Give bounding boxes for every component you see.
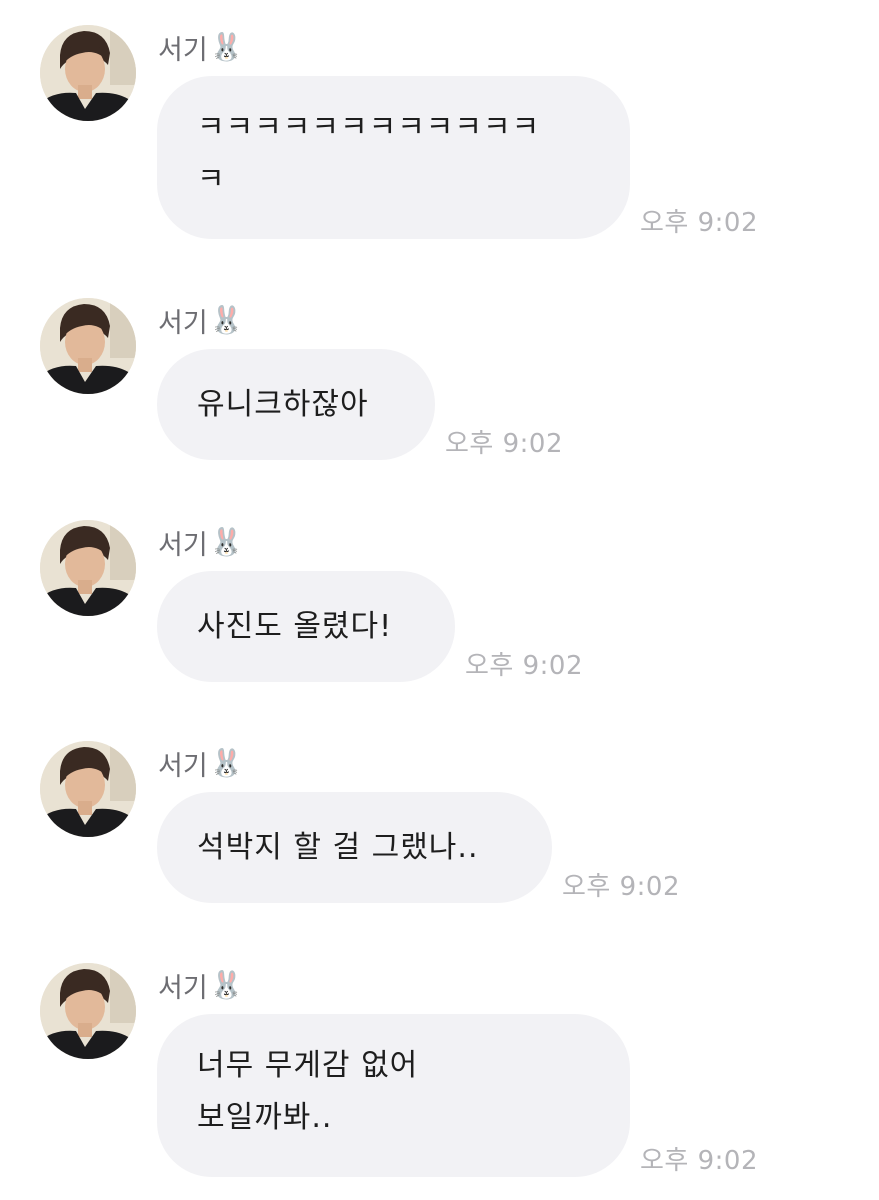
message-timestamp: 오후 9:02 — [445, 429, 563, 459]
message-bubble[interactable]: 유니크하잖아 — [157, 349, 435, 460]
message-text-line: 유니크하잖아 — [197, 386, 369, 422]
sender-name: 서기 🐰 — [158, 965, 243, 1005]
message-text-line: 석박지 할 걸 그랬나.. — [197, 829, 479, 865]
profile-photo-icon — [40, 298, 136, 394]
message-timestamp: 오후 9:02 — [640, 1146, 758, 1176]
avatar[interactable] — [40, 520, 136, 616]
message-text-line: 너무 무게감 없어 — [197, 1048, 419, 1083]
chat-message: 서기 🐰 석박지 할 걸 그랬나.. 오후 9:02 — [0, 741, 879, 911]
profile-photo-icon — [40, 741, 136, 837]
avatar[interactable] — [40, 298, 136, 394]
message-text-line: 보일까봐.. — [197, 1100, 333, 1135]
profile-photo-icon — [40, 25, 136, 121]
avatar[interactable] — [40, 25, 136, 121]
sender-name: 서기 🐰 — [158, 743, 243, 783]
message-timestamp: 오후 9:02 — [562, 872, 680, 902]
sender-name: 서기 🐰 — [158, 522, 243, 562]
rabbit-face-icon: 🐰 — [209, 970, 244, 1001]
message-text-line: ㅋ — [197, 162, 226, 197]
profile-photo-icon — [40, 963, 136, 1059]
chat-message: 서기 🐰 ㅋㅋㅋㅋㅋㅋㅋㅋㅋㅋㅋㅋ ㅋ 오후 9:02 — [0, 25, 879, 245]
rabbit-face-icon: 🐰 — [209, 527, 244, 558]
sender-name-text: 서기 — [158, 34, 208, 66]
sender-name: 서기 🐰 — [158, 27, 243, 67]
sender-name-text: 서기 — [158, 750, 208, 782]
message-timestamp: 오후 9:02 — [640, 208, 758, 238]
chat-message: 서기 🐰 너무 무게감 없어 보일까봐.. 오후 9:02 — [0, 963, 879, 1193]
chat-message: 서기 🐰 사진도 올렸다! 오후 9:02 — [0, 520, 879, 690]
sender-name-text: 서기 — [158, 307, 208, 339]
avatar[interactable] — [40, 963, 136, 1059]
message-bubble[interactable]: 석박지 할 걸 그랬나.. — [157, 792, 552, 903]
sender-name-text: 서기 — [158, 972, 208, 1004]
message-text-line: ㅋㅋㅋㅋㅋㅋㅋㅋㅋㅋㅋㅋ — [197, 110, 541, 145]
rabbit-face-icon: 🐰 — [209, 748, 244, 779]
message-bubble[interactable]: 너무 무게감 없어 보일까봐.. — [157, 1014, 630, 1177]
message-timestamp: 오후 9:02 — [465, 651, 583, 681]
message-bubble[interactable]: ㅋㅋㅋㅋㅋㅋㅋㅋㅋㅋㅋㅋ ㅋ — [157, 76, 630, 239]
sender-name-text: 서기 — [158, 529, 208, 561]
message-text-line: 사진도 올렸다! — [197, 608, 393, 644]
chat-message: 서기 🐰 유니크하잖아 오후 9:02 — [0, 298, 879, 468]
avatar[interactable] — [40, 741, 136, 837]
message-bubble[interactable]: 사진도 올렸다! — [157, 571, 455, 682]
profile-photo-icon — [40, 520, 136, 616]
rabbit-face-icon: 🐰 — [209, 305, 244, 336]
rabbit-face-icon: 🐰 — [209, 32, 244, 63]
sender-name: 서기 🐰 — [158, 300, 243, 340]
